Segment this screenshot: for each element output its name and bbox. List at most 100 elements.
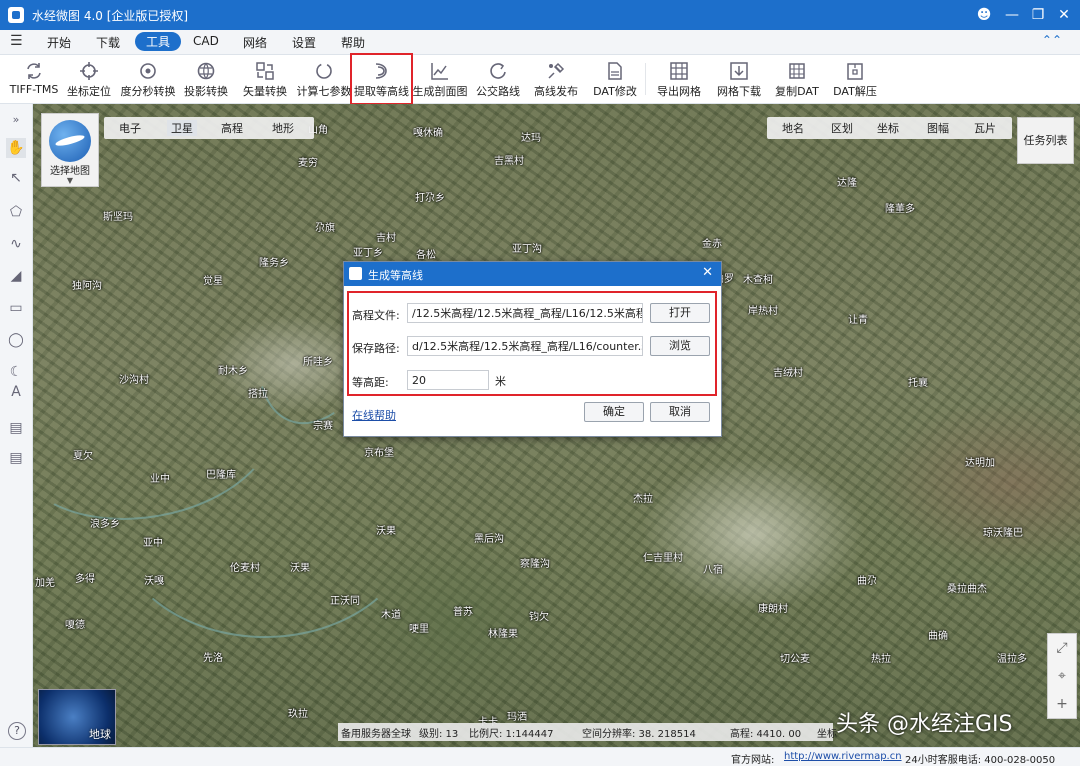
place-label: 康朗村 [758, 604, 788, 615]
left-toolbar: » ✋ ↖ ⬠ ∿ ◢ ▭ ◯ ☾ A ▤ ▤ [0, 104, 33, 765]
menu-tools[interactable]: 工具 [135, 32, 182, 51]
contour-interval-input[interactable]: 20 [407, 370, 489, 390]
dialog-close-icon[interactable]: ✕ [702, 265, 713, 280]
line-chart-icon [431, 63, 448, 80]
online-help-link[interactable]: 在线帮助 [352, 407, 396, 423]
menu-network[interactable]: 网络 [243, 34, 267, 51]
place-label: 多得 [75, 574, 95, 585]
place-label: 察隆沟 [520, 559, 550, 570]
place-label: 吉绒村 [773, 368, 803, 379]
tab-satellite[interactable]: 卫星 [167, 120, 197, 136]
tool-dat-modify[interactable]: DAT修改 [592, 55, 638, 103]
save-path-input[interactable]: d/12.5米高程/12.5米高程_高程/L16/counter.shp [407, 336, 643, 356]
close-button[interactable]: ✕ [1052, 4, 1076, 26]
circle-draw-icon[interactable]: ◯ [6, 330, 26, 350]
tab-place-names[interactable]: 地名 [782, 120, 804, 136]
tool-dms-convert[interactable]: 度分秒转换 [120, 55, 176, 103]
text-add-icon[interactable]: A [6, 382, 26, 402]
tool-tiff-tms[interactable]: TIFF-TMS [8, 55, 60, 103]
ok-button[interactable]: 确定 [584, 402, 644, 422]
status-scale: 比例尺: 1:144447 [469, 729, 554, 740]
dialog-title-bar[interactable]: 生成等高线 ✕ [344, 262, 721, 286]
hand-pan-icon[interactable]: ✋ [6, 138, 26, 158]
tool-projection-convert[interactable]: 投影转换 [183, 55, 229, 103]
place-label: 林隆果 [488, 629, 518, 640]
elevation-file-label: 高程文件: [352, 309, 400, 322]
fullscreen-icon[interactable]: ⤢ [1048, 634, 1076, 662]
unit-label: 米 [495, 375, 506, 388]
hamburger-icon[interactable]: ☰ [10, 33, 23, 49]
tool-profile-chart[interactable]: 生成剖面图 [412, 55, 468, 103]
cancel-button[interactable]: 取消 [650, 402, 710, 422]
crescent-draw-icon[interactable]: ☾ [6, 362, 26, 382]
place-label: 沙沟村 [119, 375, 149, 386]
polyline-draw-icon[interactable]: ∿ [6, 234, 26, 254]
contour-interval-label: 等高距: [352, 376, 389, 389]
hotline-text: 24小时客服电话: 400-028-0050 [905, 755, 1056, 766]
place-label: 斯坚玛 [103, 212, 133, 223]
place-label: 岸热村 [748, 306, 778, 317]
grid-icon [670, 62, 688, 80]
toolbar: TIFF-TMS 坐标定位 度分秒转换 投影转换 矢量转换 计算七参数 提取等高… [0, 53, 1080, 105]
place-label: 木道 [381, 610, 401, 621]
browse-button[interactable]: 浏览 [650, 336, 710, 356]
toolbar-separator [645, 63, 646, 95]
ruler-icon[interactable]: ▤ [6, 418, 26, 438]
status-level: 级别: 13 [419, 729, 459, 740]
place-label: 吉村 [376, 233, 396, 244]
tab-terrain[interactable]: 地形 [272, 120, 294, 136]
menu-help[interactable]: 帮助 [341, 34, 365, 51]
menu-settings[interactable]: 设置 [292, 34, 316, 51]
place-label: 托襄 [908, 378, 928, 389]
site-label: 官方网站: [731, 755, 775, 766]
minimap-label: 地球 [89, 728, 111, 741]
dat-file-icon [608, 62, 622, 80]
tool-vector-convert[interactable]: 矢量转换 [242, 55, 288, 103]
app-logo-icon [349, 267, 362, 280]
collapse-ribbon-icon[interactable]: ⌃⌃ [1042, 33, 1062, 47]
place-label: 达隆 [837, 178, 857, 189]
tool-seven-params[interactable]: 计算七参数 [296, 55, 352, 103]
tab-tiles[interactable]: 瓦片 [974, 120, 996, 136]
tab-coordinates[interactable]: 坐标 [877, 120, 899, 136]
tab-sheets[interactable]: 图幅 [927, 120, 949, 136]
tool-extract-contour[interactable]: 提取等高线 [350, 53, 413, 105]
place-label: 浪多乡 [90, 519, 120, 530]
elevation-file-input[interactable]: /12.5米高程/12.5米高程_高程/L16/12.5米高程.tif [407, 303, 643, 323]
tool-bus-route[interactable]: 公交路线 [475, 55, 521, 103]
menu-cad[interactable]: CAD [193, 34, 219, 48]
expand-icon[interactable]: » [6, 110, 26, 130]
minimap-earth[interactable]: 地球 [38, 689, 116, 745]
zoom-in-icon[interactable]: + [1048, 690, 1076, 718]
place-label: 隆务乡 [259, 258, 289, 269]
tab-regions[interactable]: 区划 [831, 120, 853, 136]
pointer-select-icon[interactable]: ↖ [6, 168, 26, 188]
vector-icon [256, 62, 274, 80]
minimize-button[interactable]: — [1000, 4, 1024, 26]
place-label: 各松 [416, 250, 436, 261]
tool-export-grid[interactable]: 导出网格 [656, 55, 702, 103]
menu-start[interactable]: 开始 [47, 34, 71, 51]
tool-dat-unzip[interactable]: DAT解压 [832, 55, 878, 103]
menu-download[interactable]: 下载 [96, 34, 120, 51]
tool-copy-dat[interactable]: 复制DAT [774, 55, 820, 103]
sync-icon [27, 63, 41, 79]
user-icon[interactable]: ☻ [972, 4, 996, 26]
tool-line-publish[interactable]: 高线发布 [533, 55, 579, 103]
tab-elevation[interactable]: 高程 [221, 120, 243, 136]
select-map-button[interactable]: 选择地图 ▼ [41, 113, 99, 187]
help-icon[interactable]: ? [8, 722, 26, 740]
locate-icon[interactable]: ⌖ [1048, 662, 1076, 690]
site-link[interactable]: http://www.rivermap.cn [784, 751, 902, 762]
tab-electronic[interactable]: 电子 [119, 120, 141, 136]
polygon-draw-icon[interactable]: ⬠ [6, 202, 26, 222]
area-draw-icon[interactable]: ◢ [6, 266, 26, 286]
layers-icon[interactable]: ▤ [6, 448, 26, 468]
dialog-title: 生成等高线 [368, 269, 423, 282]
task-list-button[interactable]: 任务列表 [1017, 117, 1074, 164]
restore-button[interactable]: ❐ [1026, 4, 1050, 26]
open-button[interactable]: 打开 [650, 303, 710, 323]
tool-grid-download[interactable]: 网格下载 [716, 55, 762, 103]
tool-coordinate-locate[interactable]: 坐标定位 [66, 55, 112, 103]
rectangle-draw-icon[interactable]: ▭ [6, 298, 26, 318]
